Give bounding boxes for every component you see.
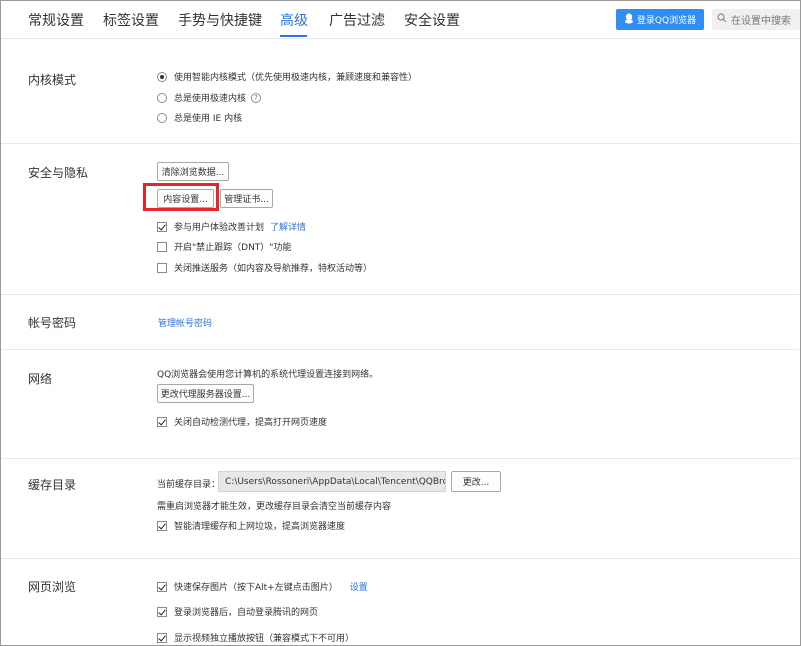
check-smart-clean[interactable]: 智能清理缓存和上网垃圾，提高浏览器速度	[157, 519, 345, 532]
cache-path-field[interactable]: C:\Users\Rossoneri\AppData\Local\Tencent…	[218, 471, 446, 492]
section-title-account: 帐号密码	[28, 316, 77, 330]
radio-button[interactable]	[157, 71, 167, 82]
radio-kernel-ie[interactable]: 总是使用 IE 内核	[157, 111, 242, 124]
section-title-privacy: 安全与隐私	[28, 166, 89, 180]
qq-login-button[interactable]: 登录QQ浏览器	[616, 9, 704, 30]
checkbox[interactable]	[157, 221, 167, 232]
checkbox-label: 智能清理缓存和上网垃圾，提高浏览器速度	[174, 522, 346, 532]
tab-general[interactable]: 常规设置	[28, 10, 84, 30]
tab-ad-filter[interactable]: 广告过滤	[329, 10, 385, 30]
learn-more-link[interactable]: 了解详情	[270, 220, 306, 233]
section-title-cache: 缓存目录	[28, 478, 77, 492]
radio-label: 总是使用 IE 内核	[174, 114, 243, 124]
network-description: QQ浏览器会使用您计算机的系统代理设置连接到网络。	[157, 370, 379, 380]
change-cache-button[interactable]: 更改...	[451, 471, 501, 492]
search-icon	[717, 13, 727, 26]
check-video-button[interactable]: 显示视频独立播放按钮（兼容模式下不可用）	[157, 631, 354, 644]
manage-passwords-link[interactable]: 管理帐号密码	[158, 316, 212, 329]
check-auto-login[interactable]: 登录浏览器后，自动登录腾讯的网页	[157, 605, 318, 618]
checkbox[interactable]	[157, 581, 167, 592]
quick-save-settings-link[interactable]: 设置	[350, 580, 368, 593]
checkbox-label: 关闭自动检测代理，提高打开网页速度	[174, 418, 328, 428]
radio-kernel-speed[interactable]: 总是使用极速内核 ?	[157, 91, 262, 104]
radio-button[interactable]	[157, 112, 167, 123]
radio-button[interactable]	[157, 92, 167, 103]
section-divider	[1, 294, 799, 295]
checkbox[interactable]	[157, 241, 167, 252]
section-title-network: 网络	[28, 372, 53, 386]
qq-login-label: 登录QQ浏览器	[636, 16, 697, 26]
radio-label: 使用智能内核模式（优先使用极速内核，兼顾速度和兼容性）	[174, 73, 418, 83]
highlight-box	[143, 183, 219, 211]
manage-certificates-button[interactable]: 管理证书...	[220, 189, 273, 208]
cache-note: 需重启浏览器才能生效，更改缓存目录会清空当前缓存内容	[157, 502, 392, 512]
section-divider	[1, 558, 799, 559]
checkbox[interactable]	[157, 520, 167, 531]
qq-penguin-icon	[624, 12, 634, 27]
section-divider	[1, 143, 799, 144]
checkbox[interactable]	[157, 606, 167, 617]
checkbox-label: 登录浏览器后，自动登录腾讯的网页	[174, 608, 319, 618]
section-divider	[1, 458, 799, 459]
settings-window	[0, 0, 801, 646]
checkbox-label: 显示视频独立播放按钮（兼容模式下不可用）	[174, 634, 355, 644]
checkbox[interactable]	[157, 262, 167, 273]
tab-advanced[interactable]: 高级	[280, 10, 308, 30]
active-tab-indicator	[280, 35, 307, 37]
checkbox-label: 关闭推送服务（如内容及导航推荐，特权活动等）	[174, 264, 373, 274]
help-icon[interactable]: ?	[251, 92, 262, 103]
radio-label: 总是使用极速内核	[174, 94, 247, 104]
check-push-service[interactable]: 关闭推送服务（如内容及导航推荐，特权活动等）	[157, 261, 372, 274]
radio-kernel-smart[interactable]: 使用智能内核模式（优先使用极速内核，兼顾速度和兼容性）	[157, 70, 417, 83]
tab-gestures-shortcuts[interactable]: 手势与快捷键	[178, 10, 262, 30]
checkbox[interactable]	[157, 632, 167, 643]
checkbox-label: 快速保存图片（按下Alt+左键点击图片）	[174, 583, 338, 593]
checkbox[interactable]	[157, 416, 167, 427]
cache-path-value: C:\Users\Rossoneri\AppData\Local\Tencent…	[225, 476, 446, 487]
proxy-settings-button[interactable]: 更改代理服务器设置...	[157, 384, 254, 403]
tab-tabs[interactable]: 标签设置	[103, 10, 159, 30]
check-quick-save-image[interactable]: 快速保存图片（按下Alt+左键点击图片） 设置	[157, 580, 368, 593]
settings-tab-bar: 常规设置 标签设置 手势与快捷键 高级 广告过滤 安全设置 登录QQ浏览器 在设…	[1, 1, 800, 39]
section-divider	[1, 349, 799, 350]
cache-current-label: 当前缓存目录：	[157, 480, 221, 490]
section-title-browsing: 网页浏览	[28, 580, 77, 594]
checkbox-label: 参与用户体验改善计划	[174, 223, 265, 233]
settings-search-input[interactable]: 在设置中搜索	[712, 9, 800, 30]
check-ux-program[interactable]: 参与用户体验改善计划 了解详情	[157, 220, 306, 233]
check-dnt[interactable]: 开启"禁止跟踪（DNT）"功能	[157, 240, 291, 253]
section-title-kernel: 内核模式	[28, 73, 77, 87]
check-disable-proxy-detect[interactable]: 关闭自动检测代理，提高打开网页速度	[157, 415, 327, 428]
tab-security[interactable]: 安全设置	[404, 10, 460, 30]
clear-browsing-data-button[interactable]: 清除浏览数据...	[157, 162, 229, 181]
checkbox-label: 开启"禁止跟踪（DNT）"功能	[174, 243, 292, 253]
search-placeholder: 在设置中搜索	[731, 16, 791, 27]
